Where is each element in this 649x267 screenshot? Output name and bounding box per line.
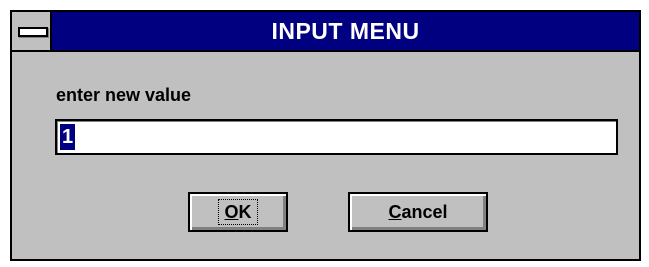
cancel-label-rest: ancel xyxy=(401,202,448,222)
cancel-mnemonic: C xyxy=(388,202,402,222)
system-menu-button[interactable] xyxy=(12,12,52,50)
title-bar[interactable]: INPUT MENU xyxy=(12,12,639,52)
value-input[interactable]: 1 xyxy=(55,119,618,155)
cancel-button-label: Cancel xyxy=(384,194,451,230)
dialog-title: INPUT MENU xyxy=(271,18,420,44)
cancel-button[interactable]: Cancel xyxy=(348,192,488,232)
ok-button-label: OK xyxy=(218,199,258,225)
system-menu-icon xyxy=(18,27,48,37)
ok-button[interactable]: OK xyxy=(188,192,288,232)
input-menu-dialog: INPUT MENU enter new value 1 OK Cancel xyxy=(10,10,641,261)
selected-input-text: 1 xyxy=(60,124,76,150)
ok-mnemonic: O xyxy=(224,202,239,222)
ok-label-rest: K xyxy=(238,202,252,222)
input-prompt-label: enter new value xyxy=(56,85,192,105)
